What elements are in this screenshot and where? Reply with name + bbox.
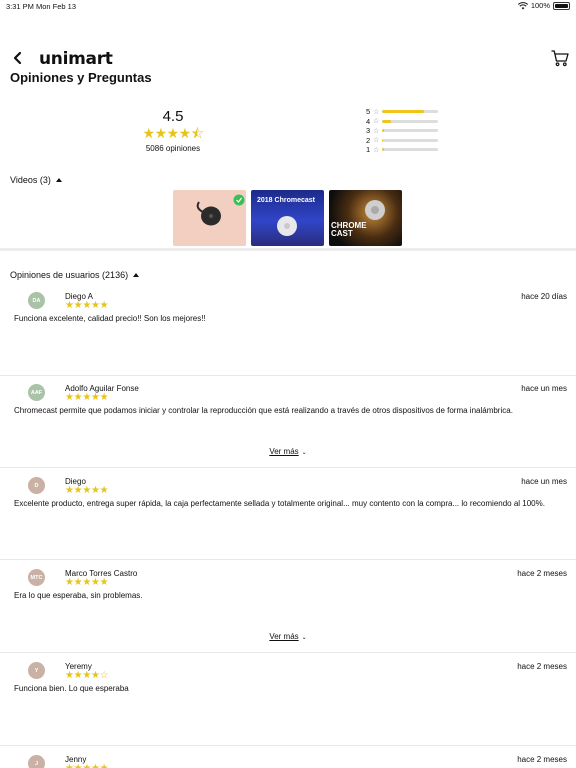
review-date: hace un mes	[521, 477, 567, 486]
review-date: hace 2 meses	[517, 755, 567, 764]
review-date: hace 2 meses	[517, 569, 567, 578]
videos-label: Videos (3)	[10, 175, 51, 185]
avatar: DA	[28, 292, 45, 309]
histogram-row: 2 ☆	[366, 136, 446, 146]
see-more-link[interactable]: Ver más ⌄	[0, 447, 576, 456]
battery-icon	[553, 1, 570, 10]
avatar: Y	[28, 662, 45, 679]
star-outline-icon: ☆	[373, 137, 380, 145]
avatar: D	[28, 477, 45, 494]
page-title: Opiniones y Preguntas	[10, 70, 152, 85]
reviews-toggle[interactable]: Opiniones de usuarios (2136)	[10, 270, 140, 280]
review-date: hace 20 días	[521, 292, 567, 301]
video-caption: CHROME CAST	[331, 221, 367, 238]
histogram-bar	[382, 110, 438, 114]
caret-up-icon	[55, 178, 62, 182]
status-bar: 3:31 PM Mon Feb 13 100%	[0, 0, 576, 14]
brand-logo[interactable]: unimart	[39, 49, 113, 69]
star-outline-icon: ☆	[373, 108, 380, 116]
review-item: AAF Adolfo Aguilar Fonse ★★★★★ hace un m…	[0, 376, 576, 468]
histogram-bar	[382, 148, 438, 152]
histogram-bar	[382, 129, 438, 133]
review-text: Era lo que esperaba, sin problemas.	[14, 591, 143, 600]
review-text: Chromecast permite que podamos iniciar y…	[14, 406, 513, 415]
status-indicators: 100%	[517, 1, 570, 10]
review-item: D Diego ★★★★★ hace un mes Excelente prod…	[0, 468, 576, 560]
review-stars: ★★★★★	[65, 577, 109, 588]
review-text: Excelente producto, entrega super rápida…	[14, 499, 545, 508]
star-outline-icon: ☆	[373, 118, 380, 126]
histogram-fill	[382, 129, 385, 133]
histogram-label: 2	[366, 135, 371, 145]
chromecast-device-icon	[277, 216, 297, 236]
video-thumbnail[interactable]: CHROME CAST	[329, 190, 402, 246]
histogram-row: 3 ☆	[366, 126, 446, 136]
review-stars: ★★★★★	[65, 764, 109, 768]
histogram-row: 4 ☆	[366, 117, 446, 127]
header: unimart Opiniones y Preguntas	[0, 44, 576, 88]
review-stars: ★★★★★	[65, 485, 109, 496]
avatar: J	[28, 755, 45, 768]
review-item: MTC Marco Torres Castro ★★★★★ hace 2 mes…	[0, 560, 576, 653]
histogram-label: 1	[366, 145, 371, 155]
chevron-down-icon: ⌄	[301, 450, 307, 456]
review-date: hace un mes	[521, 384, 567, 393]
battery-percent: 100%	[530, 1, 550, 10]
see-more-label: Ver más	[269, 447, 299, 456]
reviews-label: Opiniones de usuarios (2136)	[10, 270, 129, 280]
star-outline-icon: ☆	[373, 146, 380, 154]
review-item: DA Diego A ★★★★★ hace 20 días Funciona e…	[0, 285, 576, 376]
review-item: Y Yeremy ★★★★☆ hace 2 meses Funciona bie…	[0, 653, 576, 746]
videos-toggle[interactable]: Videos (3)	[10, 175, 62, 185]
review-stars: ★★★★☆	[65, 670, 109, 681]
avatar: MTC	[28, 569, 45, 586]
wifi-icon	[517, 1, 528, 9]
review-text: Funciona bien. Lo que esperaba	[14, 684, 129, 693]
cart-icon[interactable]	[550, 48, 570, 68]
section-divider	[0, 248, 576, 251]
average-rating: 4.5	[162, 108, 184, 125]
review-text: Funciona excelente, calidad precio!! Son…	[14, 314, 206, 323]
average-rating-stars: ★★★★⯪	[142, 125, 204, 141]
histogram-fill	[382, 110, 424, 114]
histogram-fill	[382, 148, 384, 152]
histogram-label: 5	[366, 107, 371, 117]
histogram-row: 1 ☆	[366, 145, 446, 155]
video-carousel: 2018 Chromecast CHROME CAST	[173, 190, 402, 246]
caret-up-icon	[133, 273, 140, 277]
histogram-fill	[382, 119, 391, 123]
histogram-row: 5 ☆	[366, 107, 446, 117]
see-more-label: Ver más	[269, 632, 299, 641]
rating-summary: 4.5 ★★★★⯪ 5086 opiniones	[130, 108, 216, 153]
histogram-label: 3	[366, 126, 371, 136]
rating-histogram: 5 ☆ 4 ☆ 3 ☆ 2 ☆ 1 ☆	[366, 107, 446, 155]
histogram-bar	[382, 119, 438, 123]
review-date: hace 2 meses	[517, 662, 567, 671]
histogram-label: 4	[366, 116, 371, 126]
avatar: AAF	[28, 384, 45, 401]
histogram-bar	[382, 138, 438, 142]
video-thumbnail[interactable]	[173, 190, 246, 246]
back-arrow-icon[interactable]	[10, 49, 28, 67]
see-more-link[interactable]: Ver más ⌄	[0, 632, 576, 641]
histogram-fill	[382, 138, 384, 142]
status-date: Mon Feb 13	[36, 2, 77, 11]
review-item: J Jenny ★★★★★ hace 2 meses	[0, 746, 576, 768]
rating-count: 5086 opiniones	[145, 144, 201, 153]
video-thumbnail[interactable]: 2018 Chromecast	[251, 190, 324, 246]
chevron-down-icon: ⌄	[301, 635, 307, 641]
status-time: 3:31 PM	[6, 2, 34, 11]
review-stars: ★★★★★	[65, 300, 109, 311]
star-outline-icon: ☆	[373, 127, 380, 135]
review-stars: ★★★★★	[65, 392, 109, 403]
chromecast-device-icon	[196, 194, 245, 226]
